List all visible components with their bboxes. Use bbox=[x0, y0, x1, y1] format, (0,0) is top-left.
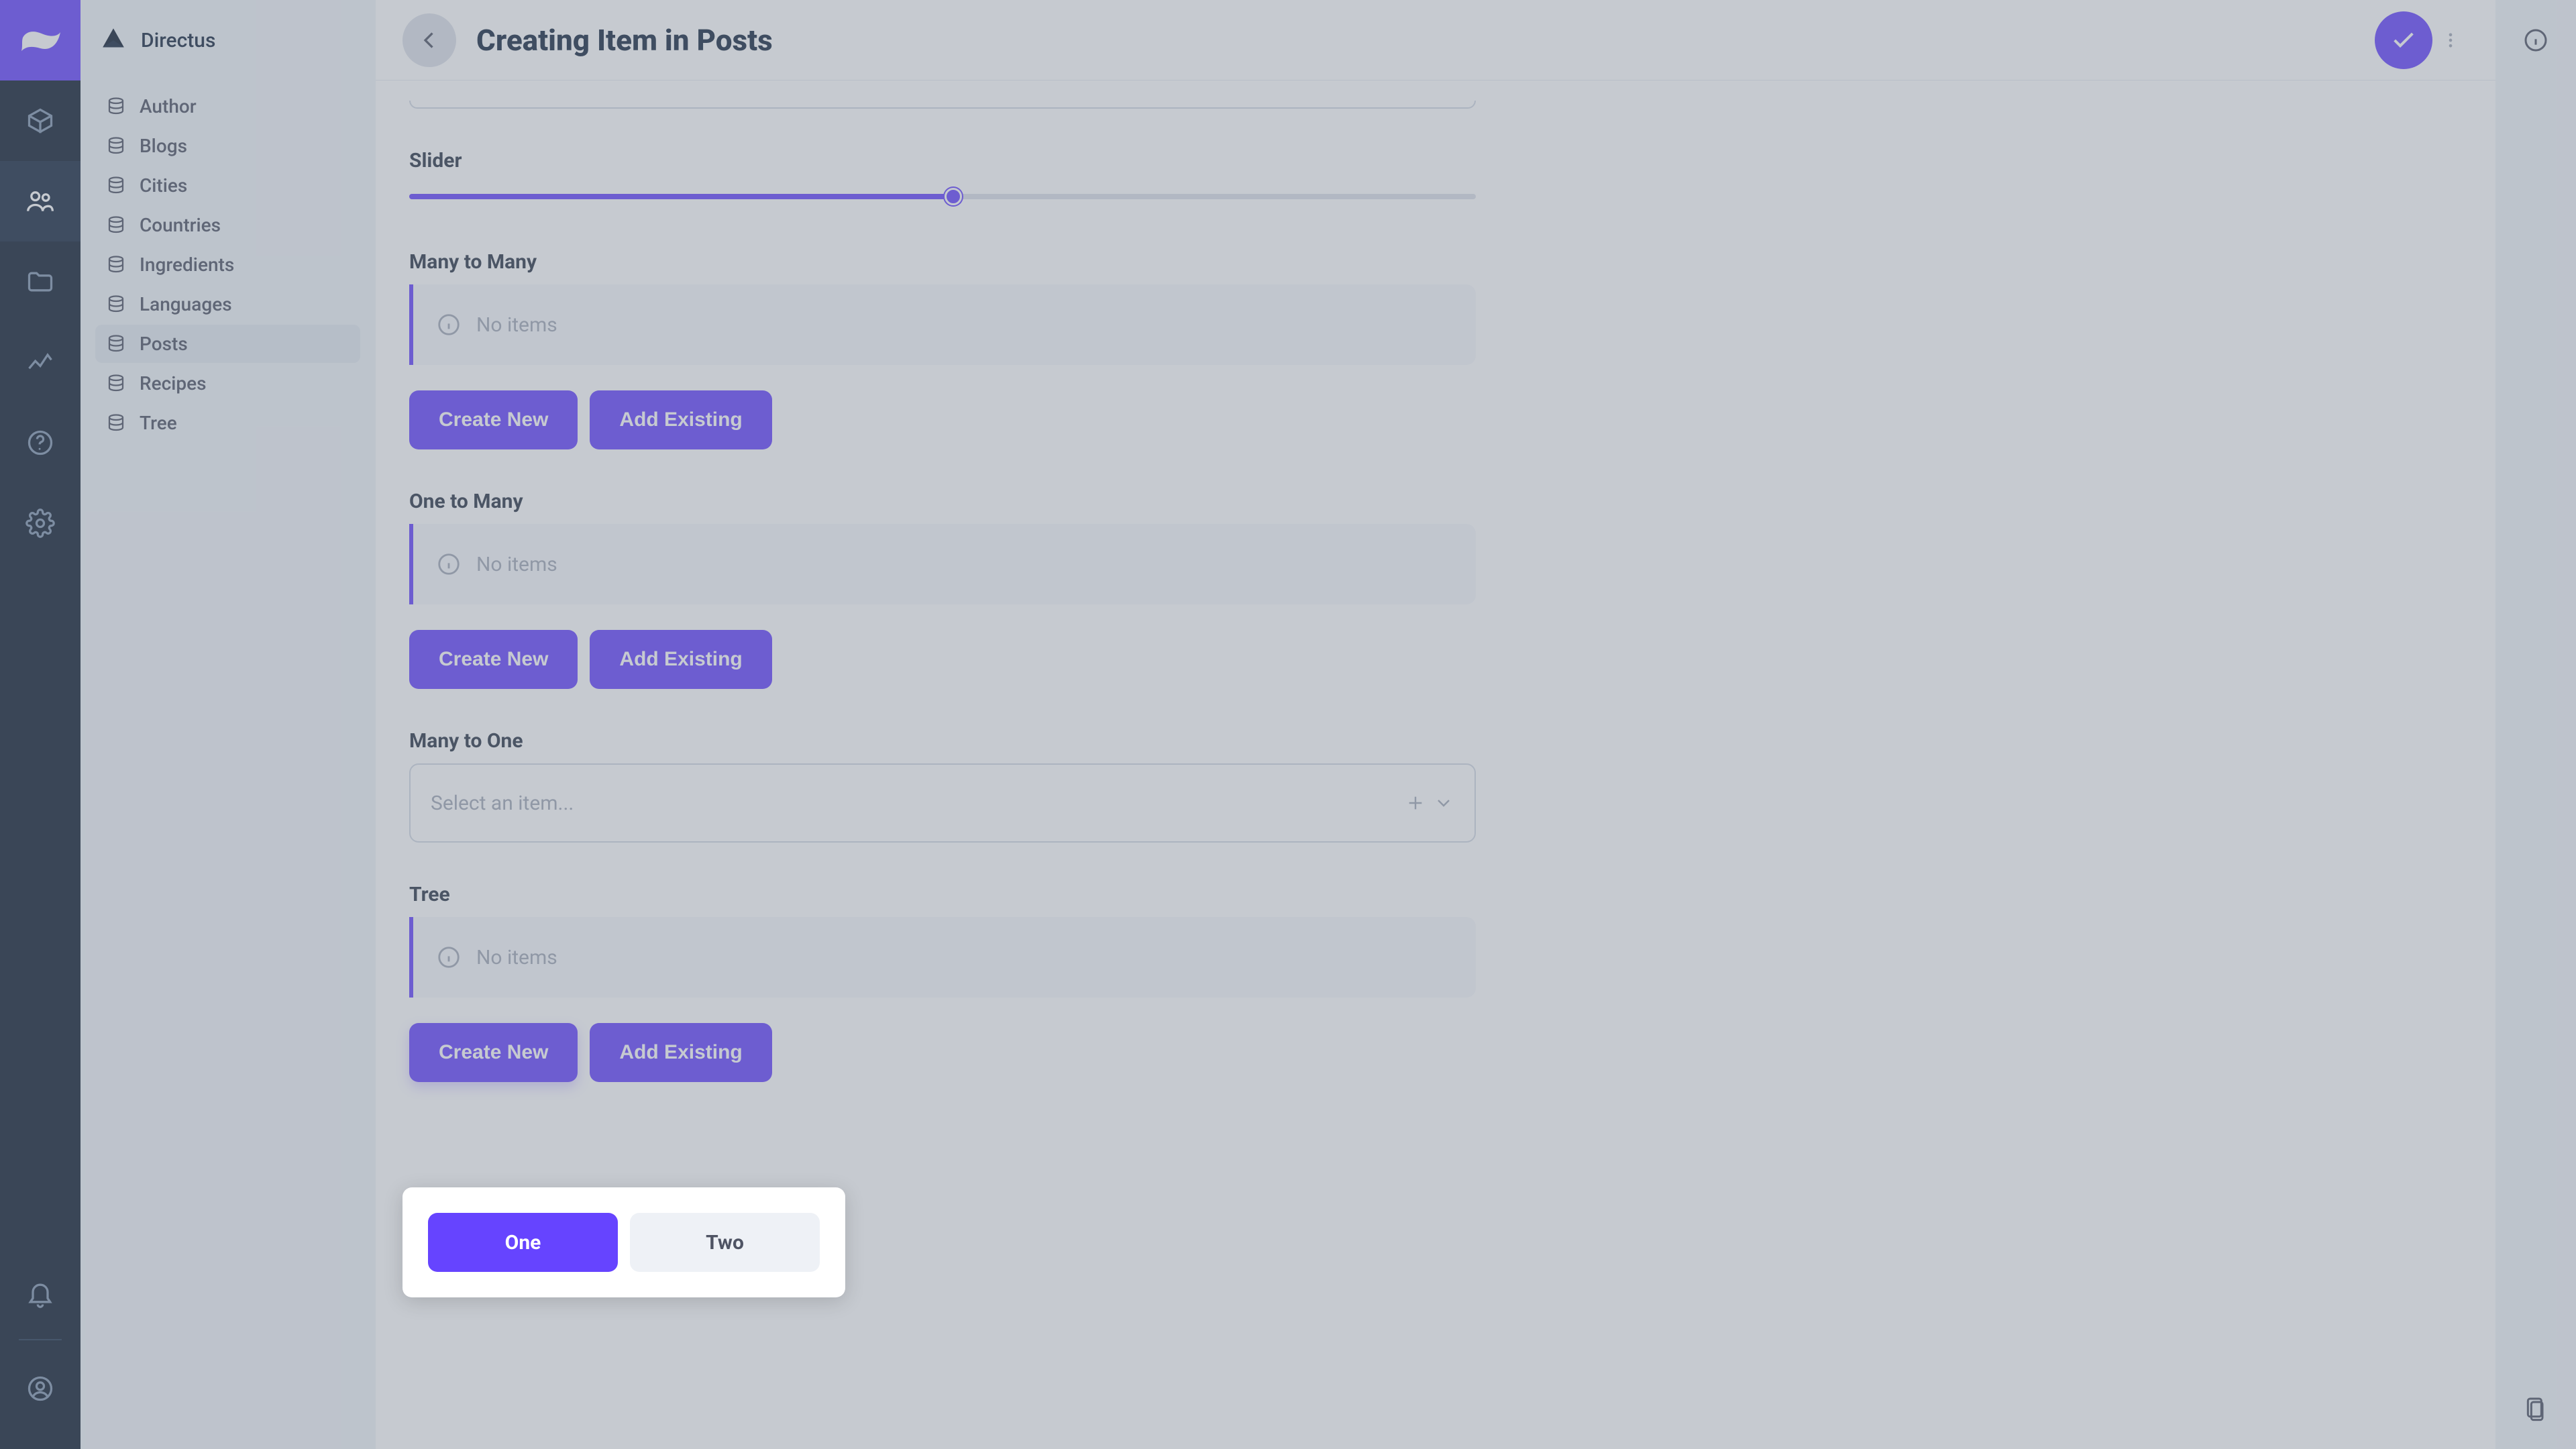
add-existing-button[interactable]: Add Existing bbox=[590, 390, 771, 449]
chevron-down-icon[interactable] bbox=[1433, 792, 1454, 814]
empty-state: No items bbox=[409, 284, 1476, 365]
m2o-select[interactable]: Select an item... bbox=[409, 763, 1476, 843]
field-tree: Tree No items Create New Add Existing bbox=[409, 883, 1476, 1082]
collection-label: Cities bbox=[140, 174, 187, 197]
module-files[interactable] bbox=[0, 241, 80, 322]
brand[interactable]: Directus bbox=[80, 0, 375, 80]
collection-label: Tree bbox=[140, 412, 177, 434]
info-icon bbox=[436, 312, 462, 337]
collection-label: Blogs bbox=[140, 135, 187, 157]
collection-label: Ingredients bbox=[140, 254, 234, 276]
collection-recipes[interactable]: Recipes bbox=[95, 364, 360, 402]
database-icon bbox=[106, 255, 126, 275]
right-drawer bbox=[2496, 0, 2576, 1449]
collection-author[interactable]: Author bbox=[95, 87, 360, 125]
field-label: Many to One bbox=[409, 729, 1476, 753]
collection-picker-popup: OneTwo bbox=[402, 1187, 845, 1297]
account-button[interactable] bbox=[0, 1355, 80, 1422]
field-label: Tree bbox=[409, 883, 1476, 906]
info-panel-button[interactable] bbox=[2496, 0, 2576, 80]
module-rail bbox=[0, 0, 80, 1449]
database-icon bbox=[106, 215, 126, 235]
brand-name: Directus bbox=[141, 29, 215, 52]
module-settings[interactable] bbox=[0, 483, 80, 564]
info-icon bbox=[436, 945, 462, 970]
add-existing-button[interactable]: Add Existing bbox=[590, 630, 771, 689]
back-button[interactable] bbox=[402, 13, 456, 67]
revisions-button[interactable] bbox=[2496, 1368, 2576, 1449]
field-label: Slider bbox=[409, 149, 1476, 172]
module-content[interactable] bbox=[0, 80, 80, 161]
empty-state: No items bbox=[409, 917, 1476, 998]
database-icon bbox=[106, 136, 126, 156]
add-existing-button[interactable]: Add Existing bbox=[590, 1023, 771, 1082]
module-users[interactable] bbox=[0, 161, 80, 241]
popup-option-one[interactable]: One bbox=[428, 1213, 618, 1272]
select-placeholder: Select an item... bbox=[431, 792, 1398, 815]
collection-label: Recipes bbox=[140, 372, 207, 394]
field-slider: Slider bbox=[409, 149, 1476, 210]
database-icon bbox=[106, 334, 126, 354]
empty-text: No items bbox=[476, 313, 557, 337]
more-button[interactable] bbox=[2432, 11, 2469, 69]
database-icon bbox=[106, 374, 126, 394]
empty-text: No items bbox=[476, 946, 557, 969]
database-icon bbox=[106, 294, 126, 315]
collection-posts[interactable]: Posts bbox=[95, 325, 360, 363]
notifications-button[interactable] bbox=[0, 1260, 80, 1327]
empty-state: No items bbox=[409, 524, 1476, 604]
database-icon bbox=[106, 176, 126, 196]
collection-countries[interactable]: Countries bbox=[95, 206, 360, 244]
create-new-button[interactable]: Create New bbox=[409, 1023, 578, 1082]
info-icon bbox=[436, 551, 462, 577]
module-docs[interactable] bbox=[0, 402, 80, 483]
collection-blogs[interactable]: Blogs bbox=[95, 127, 360, 165]
collection-label: Countries bbox=[140, 214, 221, 236]
create-new-button[interactable]: Create New bbox=[409, 630, 578, 689]
slider-input[interactable] bbox=[409, 183, 1476, 210]
field-m2m: Many to Many No items Create New Add Exi… bbox=[409, 250, 1476, 449]
plus-icon[interactable] bbox=[1405, 792, 1426, 814]
field-label: Many to Many bbox=[409, 250, 1476, 274]
field-label: One to Many bbox=[409, 490, 1476, 513]
empty-text: No items bbox=[476, 553, 557, 576]
database-icon bbox=[106, 413, 126, 433]
collection-tree[interactable]: Tree bbox=[95, 404, 360, 442]
collections-list: Author Blogs Cities Countries Ingredients Lan… bbox=[80, 80, 375, 442]
logo[interactable] bbox=[0, 0, 80, 80]
module-insights[interactable] bbox=[0, 322, 80, 402]
collections-sidebar: Directus Author Blogs Cities Countries Ingre… bbox=[80, 0, 376, 1449]
collection-languages[interactable]: Languages bbox=[95, 285, 360, 323]
topbar: Creating Item in Posts bbox=[376, 0, 2496, 80]
save-button[interactable] bbox=[2375, 11, 2432, 69]
collection-label: Languages bbox=[140, 293, 232, 315]
field-m2o: Many to One Select an item... bbox=[409, 729, 1476, 843]
page-title: Creating Item in Posts bbox=[476, 23, 773, 58]
popup-option-two[interactable]: Two bbox=[630, 1213, 820, 1272]
rail-divider bbox=[19, 1339, 62, 1340]
previous-field-edge bbox=[409, 101, 1476, 109]
collection-label: Author bbox=[140, 95, 197, 117]
field-o2m: One to Many No items Create New Add Exis… bbox=[409, 490, 1476, 689]
database-icon bbox=[106, 97, 126, 117]
collection-label: Posts bbox=[140, 333, 188, 355]
create-new-button[interactable]: Create New bbox=[409, 390, 578, 449]
collection-cities[interactable]: Cities bbox=[95, 166, 360, 205]
collection-ingredients[interactable]: Ingredients bbox=[95, 246, 360, 284]
slider-thumb[interactable] bbox=[945, 188, 962, 205]
